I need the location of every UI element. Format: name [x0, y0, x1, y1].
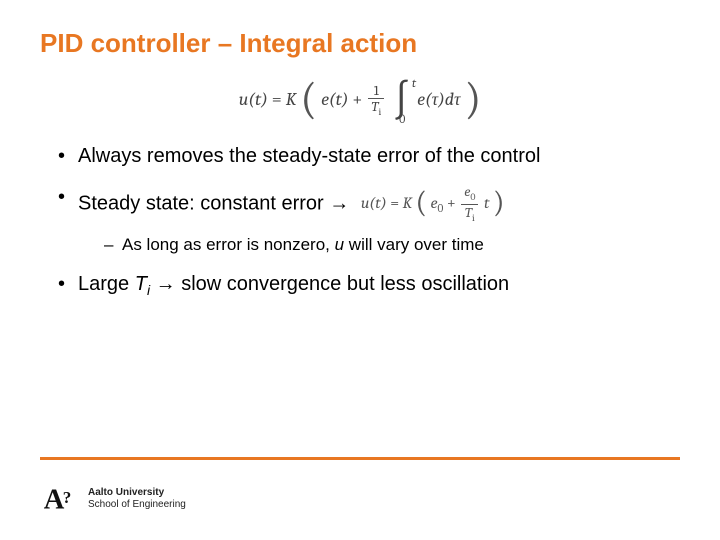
- eq-integrand: e(τ): [417, 89, 445, 110]
- bullet-item-2: Steady state: constant error → u(t) = K …: [58, 184, 680, 257]
- ieq-lhs: u(t): [361, 194, 387, 212]
- eq-equals: =: [272, 89, 282, 110]
- bullet-2-text: Steady state: constant error: [78, 192, 329, 214]
- slide: PID controller – Integral action u(t) = …: [0, 0, 720, 540]
- sub-post: will vary over time: [344, 235, 484, 254]
- b3-pre: Large: [78, 273, 135, 295]
- eq-lhs: u(t): [239, 89, 268, 110]
- ieq-plus: +: [447, 194, 456, 212]
- footer-logo: A ? Aalto University School of Engineeri…: [40, 480, 186, 518]
- sub-u: u: [335, 235, 344, 254]
- logo-line2: School of Engineering: [88, 499, 186, 511]
- bullet-item-3: Large Ti → slow convergence but less osc…: [58, 271, 680, 300]
- b3-post: slow convergence but less oscillation: [181, 273, 509, 295]
- sub-bullet-1: As long as error is nonzero, u will vary…: [104, 234, 680, 257]
- ieq-K: K: [403, 194, 412, 212]
- logo-line1: Aalto University: [88, 487, 186, 499]
- logo-q: ?: [63, 488, 72, 507]
- bullet-item-1: Always removes the steady-state error of…: [58, 143, 680, 170]
- frac-num: 1: [368, 83, 384, 99]
- logo-mark-icon: A ?: [40, 480, 78, 518]
- sub-bullet-list: As long as error is nonzero, u will vary…: [78, 234, 680, 257]
- inline-equation: u(t) = K ( e0 + e0 Ti t ): [361, 191, 505, 213]
- ieq-e0: e0: [431, 194, 444, 212]
- main-equation: u(t) = K ( e(t) + 1 Ti t ∫ 0 e(τ)dτ ): [40, 83, 680, 119]
- frac-den: Ti: [368, 99, 384, 119]
- ifrac-den: Ti: [461, 205, 478, 225]
- eq-tau: τ: [454, 89, 460, 110]
- sub-pre: As long as error is nonzero,: [122, 235, 335, 254]
- b3-T: Ti: [135, 273, 150, 295]
- integral-icon: t ∫ 0: [393, 86, 410, 116]
- ieq-fraction: e0 Ti: [461, 184, 478, 224]
- ieq-eq: =: [390, 194, 399, 212]
- bullet-list: Always removes the steady-state error of…: [40, 143, 680, 300]
- slide-title: PID controller – Integral action: [40, 28, 680, 59]
- int-lower: 0: [399, 112, 405, 126]
- ifrac-num: e0: [461, 184, 478, 205]
- arrow-icon-2: →: [150, 273, 181, 295]
- eq-K: K: [286, 89, 297, 110]
- footer-divider: [40, 457, 680, 460]
- eq-d: d: [445, 89, 454, 110]
- logo-text: Aalto University School of Engineering: [88, 487, 186, 511]
- eq-et: e(t): [321, 89, 348, 110]
- eq-fraction: 1 Ti: [368, 83, 384, 119]
- bullet-1-text: Always removes the steady-state error of…: [78, 145, 540, 167]
- int-upper: t: [412, 76, 416, 90]
- arrow-icon: →: [329, 192, 349, 214]
- logo-A: A: [44, 485, 65, 516]
- eq-plus: +: [352, 89, 362, 110]
- ieq-t: t: [484, 194, 489, 212]
